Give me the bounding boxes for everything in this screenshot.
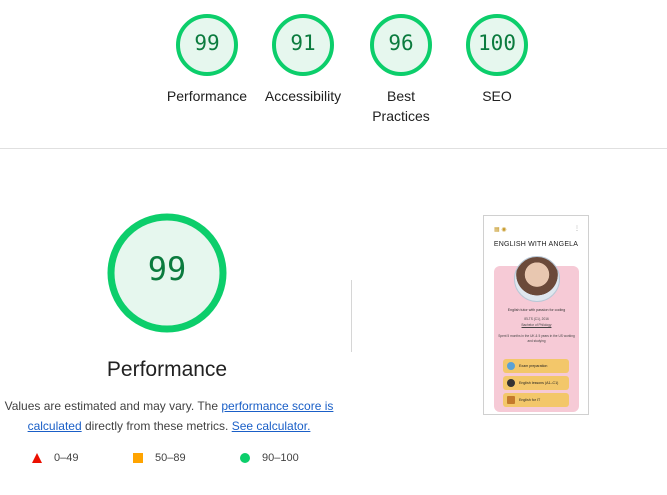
desc-text-2: directly from these metrics. (81, 419, 232, 433)
thumb-menu-icons: ▦ ◉ (494, 227, 507, 233)
category-performance[interactable]: 99 Performance (162, 12, 252, 106)
label-seo: SEO (482, 88, 512, 104)
legend-pass-range: 90–100 (262, 452, 299, 464)
thumb-lessons-icon (507, 379, 515, 387)
thumb-line4: Spent 5 months in the UK & 5 years in th… (498, 334, 575, 343)
score-accessibility: 91 (290, 31, 316, 55)
category-best-practices[interactable]: 96 Best Practices (356, 12, 446, 126)
score-best-practices: 96 (388, 31, 414, 55)
label-best-practices: Best Practices (372, 88, 430, 124)
desc-text-1: Values are estimated and may vary. The (4, 399, 222, 413)
legend-average-range: 50–89 (155, 452, 186, 464)
thumb-button-it-label: English for IT (519, 398, 541, 402)
thumb-code-icon (507, 396, 515, 404)
thumb-button-lessons: English lessons (A1–C1) (503, 376, 569, 390)
vertical-separator (351, 280, 352, 352)
thumb-tagline: English tutor with passion for coding (507, 308, 566, 312)
legend-fail-range: 0–49 (54, 452, 79, 464)
thumb-site-title: ENGLISH WITH ANGELA (493, 241, 579, 248)
thumb-avatar (514, 256, 560, 302)
thumb-more-icon: ⋮ (574, 226, 580, 232)
label-accessibility: Accessibility (264, 88, 342, 104)
thumb-button-exam-label: Exam preparation (519, 364, 548, 368)
section-divider (0, 148, 667, 149)
circle-icon (240, 453, 250, 463)
thumb-line2: IELTS (C1), 2016 (524, 317, 549, 321)
square-icon (133, 453, 143, 463)
performance-description: Values are estimated and may vary. The p… (4, 396, 334, 436)
label-performance: Performance (166, 88, 248, 104)
thumb-exam-icon (507, 362, 515, 370)
category-seo[interactable]: 100 SEO (452, 12, 542, 106)
thumb-button-it: English for IT (503, 393, 569, 407)
performance-title: Performance (106, 358, 228, 381)
legend-pass: 90–100 (240, 452, 299, 464)
category-accessibility[interactable]: 91 Accessibility (258, 12, 348, 106)
performance-score-large: 99 (147, 250, 187, 288)
triangle-icon (32, 453, 42, 463)
score-seo: 100 (478, 31, 516, 55)
legend-average: 50–89 (133, 452, 186, 464)
see-calculator-link[interactable]: See calculator. (232, 419, 311, 433)
score-performance: 99 (194, 31, 220, 55)
thumb-line3: Bachelor of Philology (521, 323, 552, 327)
thumb-button-exam: Exam preparation (503, 359, 569, 373)
performance-gauge-large: 99 (106, 212, 228, 334)
legend-fail: 0–49 (32, 452, 78, 464)
final-screenshot-thumbnail[interactable]: ▦ ◉ ⋮ ENGLISH WITH ANGELA English tutor … (483, 215, 589, 415)
thumb-button-lessons-label: English lessons (A1–C1) (519, 381, 559, 385)
